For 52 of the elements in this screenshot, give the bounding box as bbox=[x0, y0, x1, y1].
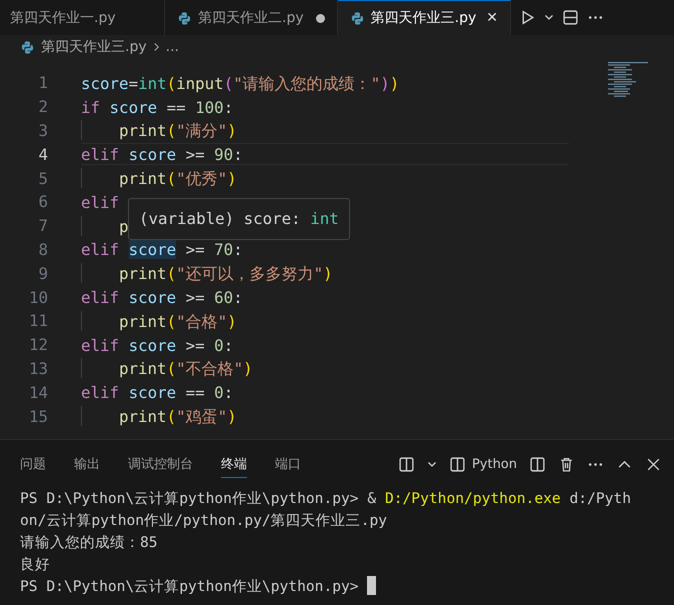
panel-tab[interactable]: 终端 bbox=[221, 450, 247, 478]
line-number: 2 bbox=[37, 97, 48, 116]
line-number: 6 bbox=[37, 192, 48, 212]
line-number: 7 bbox=[37, 216, 48, 236]
python-icon bbox=[350, 10, 365, 26]
tab-label: 第四天作业二.py bbox=[198, 9, 304, 27]
line-number: 11 bbox=[28, 311, 48, 330]
line-number: 15 bbox=[28, 406, 48, 426]
line-number: 14 bbox=[28, 382, 48, 402]
trash-icon[interactable] bbox=[558, 456, 575, 472]
split-editor-icon[interactable] bbox=[562, 9, 579, 26]
code-line: elif bbox=[81, 192, 120, 213]
code-line: elif score >= 70: bbox=[81, 239, 244, 260]
close-icon[interactable]: ✕ bbox=[486, 10, 498, 26]
line-number: 12 bbox=[28, 335, 48, 354]
line-number: 8 bbox=[37, 240, 48, 259]
python-icon bbox=[20, 40, 35, 54]
python-icon bbox=[177, 10, 192, 26]
split-terminal-icon[interactable] bbox=[529, 456, 546, 472]
terminal-line: on/云计算python作业/python.py/第四天作业三.py bbox=[20, 511, 388, 531]
panel-icon bbox=[448, 456, 466, 472]
line-number: 9 bbox=[37, 264, 48, 283]
hover-tooltip: (variable) score: int bbox=[128, 198, 350, 240]
tab-label: 第四天作业三.py bbox=[370, 9, 476, 27]
code-line: elif score >= 90: bbox=[81, 143, 569, 166]
editor-tab[interactable]: 第四天作业二.py bbox=[165, 0, 338, 35]
panel-tab[interactable]: 端口 bbox=[275, 450, 301, 478]
line-number: 13 bbox=[28, 358, 48, 378]
panel-tab[interactable]: 输出 bbox=[74, 450, 100, 478]
terminal-line: 良好 bbox=[20, 555, 51, 575]
terminal-line: PS D:\Python\云计算python作业\python.py> bbox=[20, 576, 674, 598]
terminal-line: PS D:\Python\云计算python作业\python.py> & D:/Python/python.exe d:/Pyth bbox=[20, 489, 632, 509]
line-number: 1 bbox=[37, 73, 48, 92]
line-number: 3 bbox=[37, 120, 48, 140]
layout-icon[interactable] bbox=[398, 456, 415, 472]
panel-tab[interactable]: 调试控制台 bbox=[128, 450, 193, 478]
code-line: score=int(input("请输入您的成绩：")) bbox=[81, 72, 400, 94]
line-number: 10 bbox=[28, 288, 48, 307]
tab-label: 第四天作业一.py bbox=[10, 9, 116, 27]
line-number: 4 bbox=[37, 144, 48, 164]
code-line: elif score >= 60: bbox=[81, 287, 244, 308]
terminal-line: 请输入您的成绩：85 bbox=[20, 533, 159, 553]
editor-tab[interactable]: 第四天作业一.py bbox=[0, 0, 165, 35]
editor-tab[interactable]: 第四天作业三.py ✕ bbox=[338, 0, 511, 35]
line-number: 5 bbox=[37, 168, 48, 188]
code-line: if score == 100: bbox=[81, 96, 234, 118]
code-line: elif score == 0: bbox=[81, 382, 234, 404]
panel-tab[interactable]: 问题 bbox=[20, 450, 46, 478]
terminal-selector[interactable]: Python bbox=[448, 456, 517, 472]
breadcrumb-item[interactable]: 第四天作业三.py bbox=[41, 38, 147, 56]
breadcrumb-item[interactable]: ... bbox=[166, 39, 179, 55]
code-line: elif score >= 0: bbox=[81, 334, 234, 356]
